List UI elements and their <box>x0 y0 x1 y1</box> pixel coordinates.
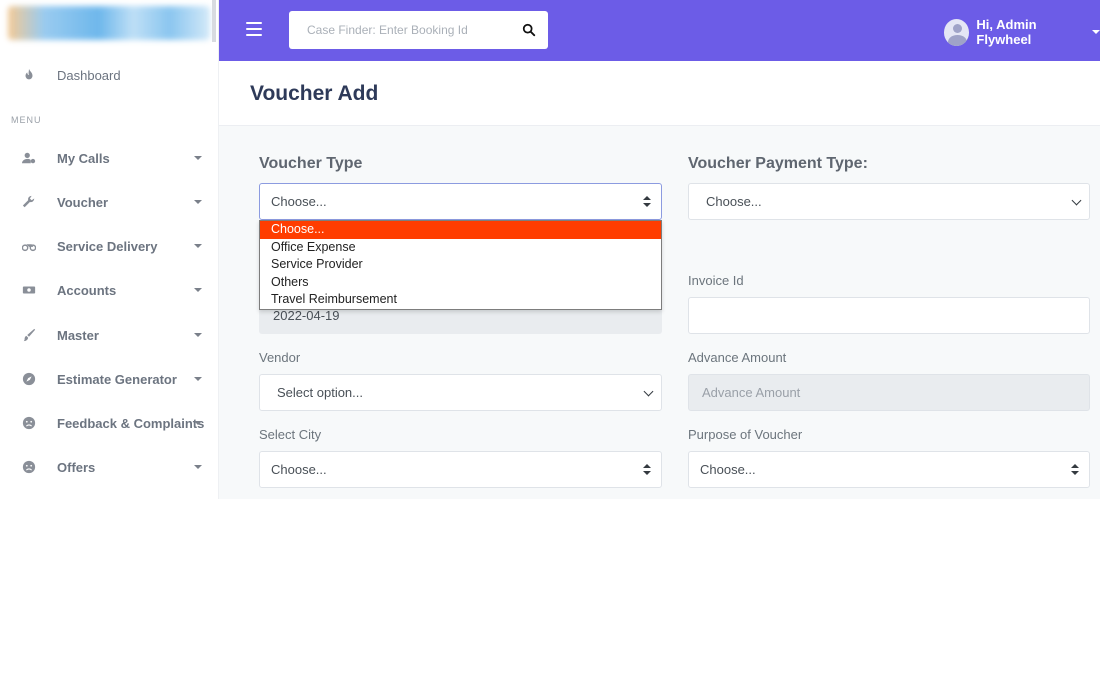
page-header: Voucher Add <box>219 61 1100 126</box>
vendor-value: Select option... <box>277 385 363 400</box>
sidebar-item-my-calls[interactable]: My Calls <box>0 143 219 173</box>
chevron-down-icon <box>1071 195 1082 206</box>
sidebar-item-voucher[interactable]: Voucher <box>0 187 219 217</box>
sidebar-item-feedback-complaints[interactable]: Feedback & Complaints <box>0 408 219 438</box>
voucher-type-option[interactable]: Service Provider <box>260 256 661 274</box>
sidebar-item-label: Voucher <box>57 194 109 210</box>
avatar <box>944 18 970 46</box>
sidebar-item-label: Estimate Generator <box>57 371 177 387</box>
case-finder-search <box>289 11 548 49</box>
voucher-type-option[interactable]: Choose... <box>260 221 661 239</box>
case-finder-input[interactable] <box>289 11 509 49</box>
voucher-type-option[interactable]: Office Expense <box>260 239 661 257</box>
invoice-id-label: Invoice Id <box>688 273 744 288</box>
frown-icon <box>21 415 37 431</box>
chevron-down-icon <box>194 421 202 425</box>
advance-amount-label: Advance Amount <box>688 350 787 365</box>
logo-divider <box>212 0 216 42</box>
chevron-down-icon <box>194 288 202 292</box>
chevron-down-icon <box>194 244 202 248</box>
invoice-id-input[interactable] <box>688 297 1090 334</box>
chevron-down-icon <box>194 333 202 337</box>
voucher-type-select[interactable]: Choose... <box>259 183 662 220</box>
voucher-type-value: Choose... <box>271 194 327 209</box>
sidebar-item-master[interactable]: Master <box>0 320 219 350</box>
chevron-down-icon <box>194 377 202 381</box>
purpose-label: Purpose of Voucher <box>688 427 803 442</box>
voucher-type-option[interactable]: Others <box>260 274 661 292</box>
money-bill-icon <box>21 282 37 298</box>
payment-type-title: Voucher Payment Type: <box>688 155 868 172</box>
voucher-type-dropdown-list: Choose... Office Expense Service Provide… <box>259 220 662 310</box>
sidebar: Dashboard MENU My Calls Voucher Service … <box>0 0 219 499</box>
purpose-value: Choose... <box>700 462 756 477</box>
payment-type-select[interactable]: Choose... <box>688 183 1090 220</box>
sidebar-item-label: Offers <box>57 459 96 475</box>
sidebar-item-offers[interactable]: Offers <box>0 452 219 482</box>
vendor-label: Vendor <box>259 350 301 365</box>
sidebar-item-service-delivery[interactable]: Service Delivery <box>0 231 219 261</box>
motorcycle-icon <box>21 238 37 254</box>
city-value: Choose... <box>271 462 327 477</box>
chevron-down-icon <box>1092 30 1100 34</box>
sidebar-item-estimate-generator[interactable]: Estimate Generator <box>0 364 219 394</box>
city-select[interactable]: Choose... <box>259 451 662 488</box>
chevron-down-icon <box>194 465 202 469</box>
brush-icon <box>21 327 37 343</box>
fire-icon <box>21 67 37 83</box>
sidebar-item-label: Feedback & Complaints <box>57 415 205 431</box>
purpose-select[interactable]: Choose... <box>688 451 1090 488</box>
payment-type-value: Choose... <box>706 194 762 209</box>
user-greeting: Hi, Admin Flywheel <box>976 17 1037 47</box>
voucher-date-field[interactable]: 2022-04-19 <box>259 308 662 334</box>
top-navbar: Hi, Admin Flywheel <box>219 0 1100 61</box>
sidebar-item-accounts[interactable]: Accounts <box>0 275 219 305</box>
select-arrows-icon <box>643 196 651 208</box>
user-menu[interactable]: Hi, Admin Flywheel <box>944 17 1100 47</box>
compass-icon <box>21 371 37 387</box>
hamburger-menu-icon[interactable] <box>246 22 262 38</box>
select-arrows-icon <box>643 464 651 476</box>
page-title: Voucher Add <box>250 82 379 105</box>
user-cog-icon <box>21 150 37 166</box>
vendor-select[interactable]: Select option... <box>259 374 662 411</box>
wrench-icon <box>21 194 37 210</box>
sidebar-item-label: Master <box>57 327 99 343</box>
sidebar-item-label: Service Delivery <box>57 238 158 254</box>
voucher-date-value: 2022-04-19 <box>273 308 340 323</box>
sidebar-item-dashboard[interactable]: Dashboard <box>0 60 219 90</box>
chevron-down-icon <box>194 156 202 160</box>
search-icon[interactable] <box>522 23 536 37</box>
select-city-label: Select City <box>259 427 322 442</box>
brand-logo[interactable] <box>8 6 210 40</box>
frown-icon <box>21 459 37 475</box>
chevron-down-icon <box>643 386 654 397</box>
sidebar-item-label: My Calls <box>57 150 110 166</box>
menu-heading: MENU <box>11 115 42 125</box>
chevron-down-icon <box>194 200 202 204</box>
select-arrows-icon <box>1071 464 1079 476</box>
advance-amount-input <box>688 374 1090 411</box>
sidebar-item-label: Dashboard <box>57 67 121 83</box>
voucher-type-title: Voucher Type <box>259 155 363 172</box>
sidebar-item-label: Accounts <box>57 282 117 298</box>
voucher-type-option[interactable]: Travel Reimbursement <box>260 291 661 309</box>
